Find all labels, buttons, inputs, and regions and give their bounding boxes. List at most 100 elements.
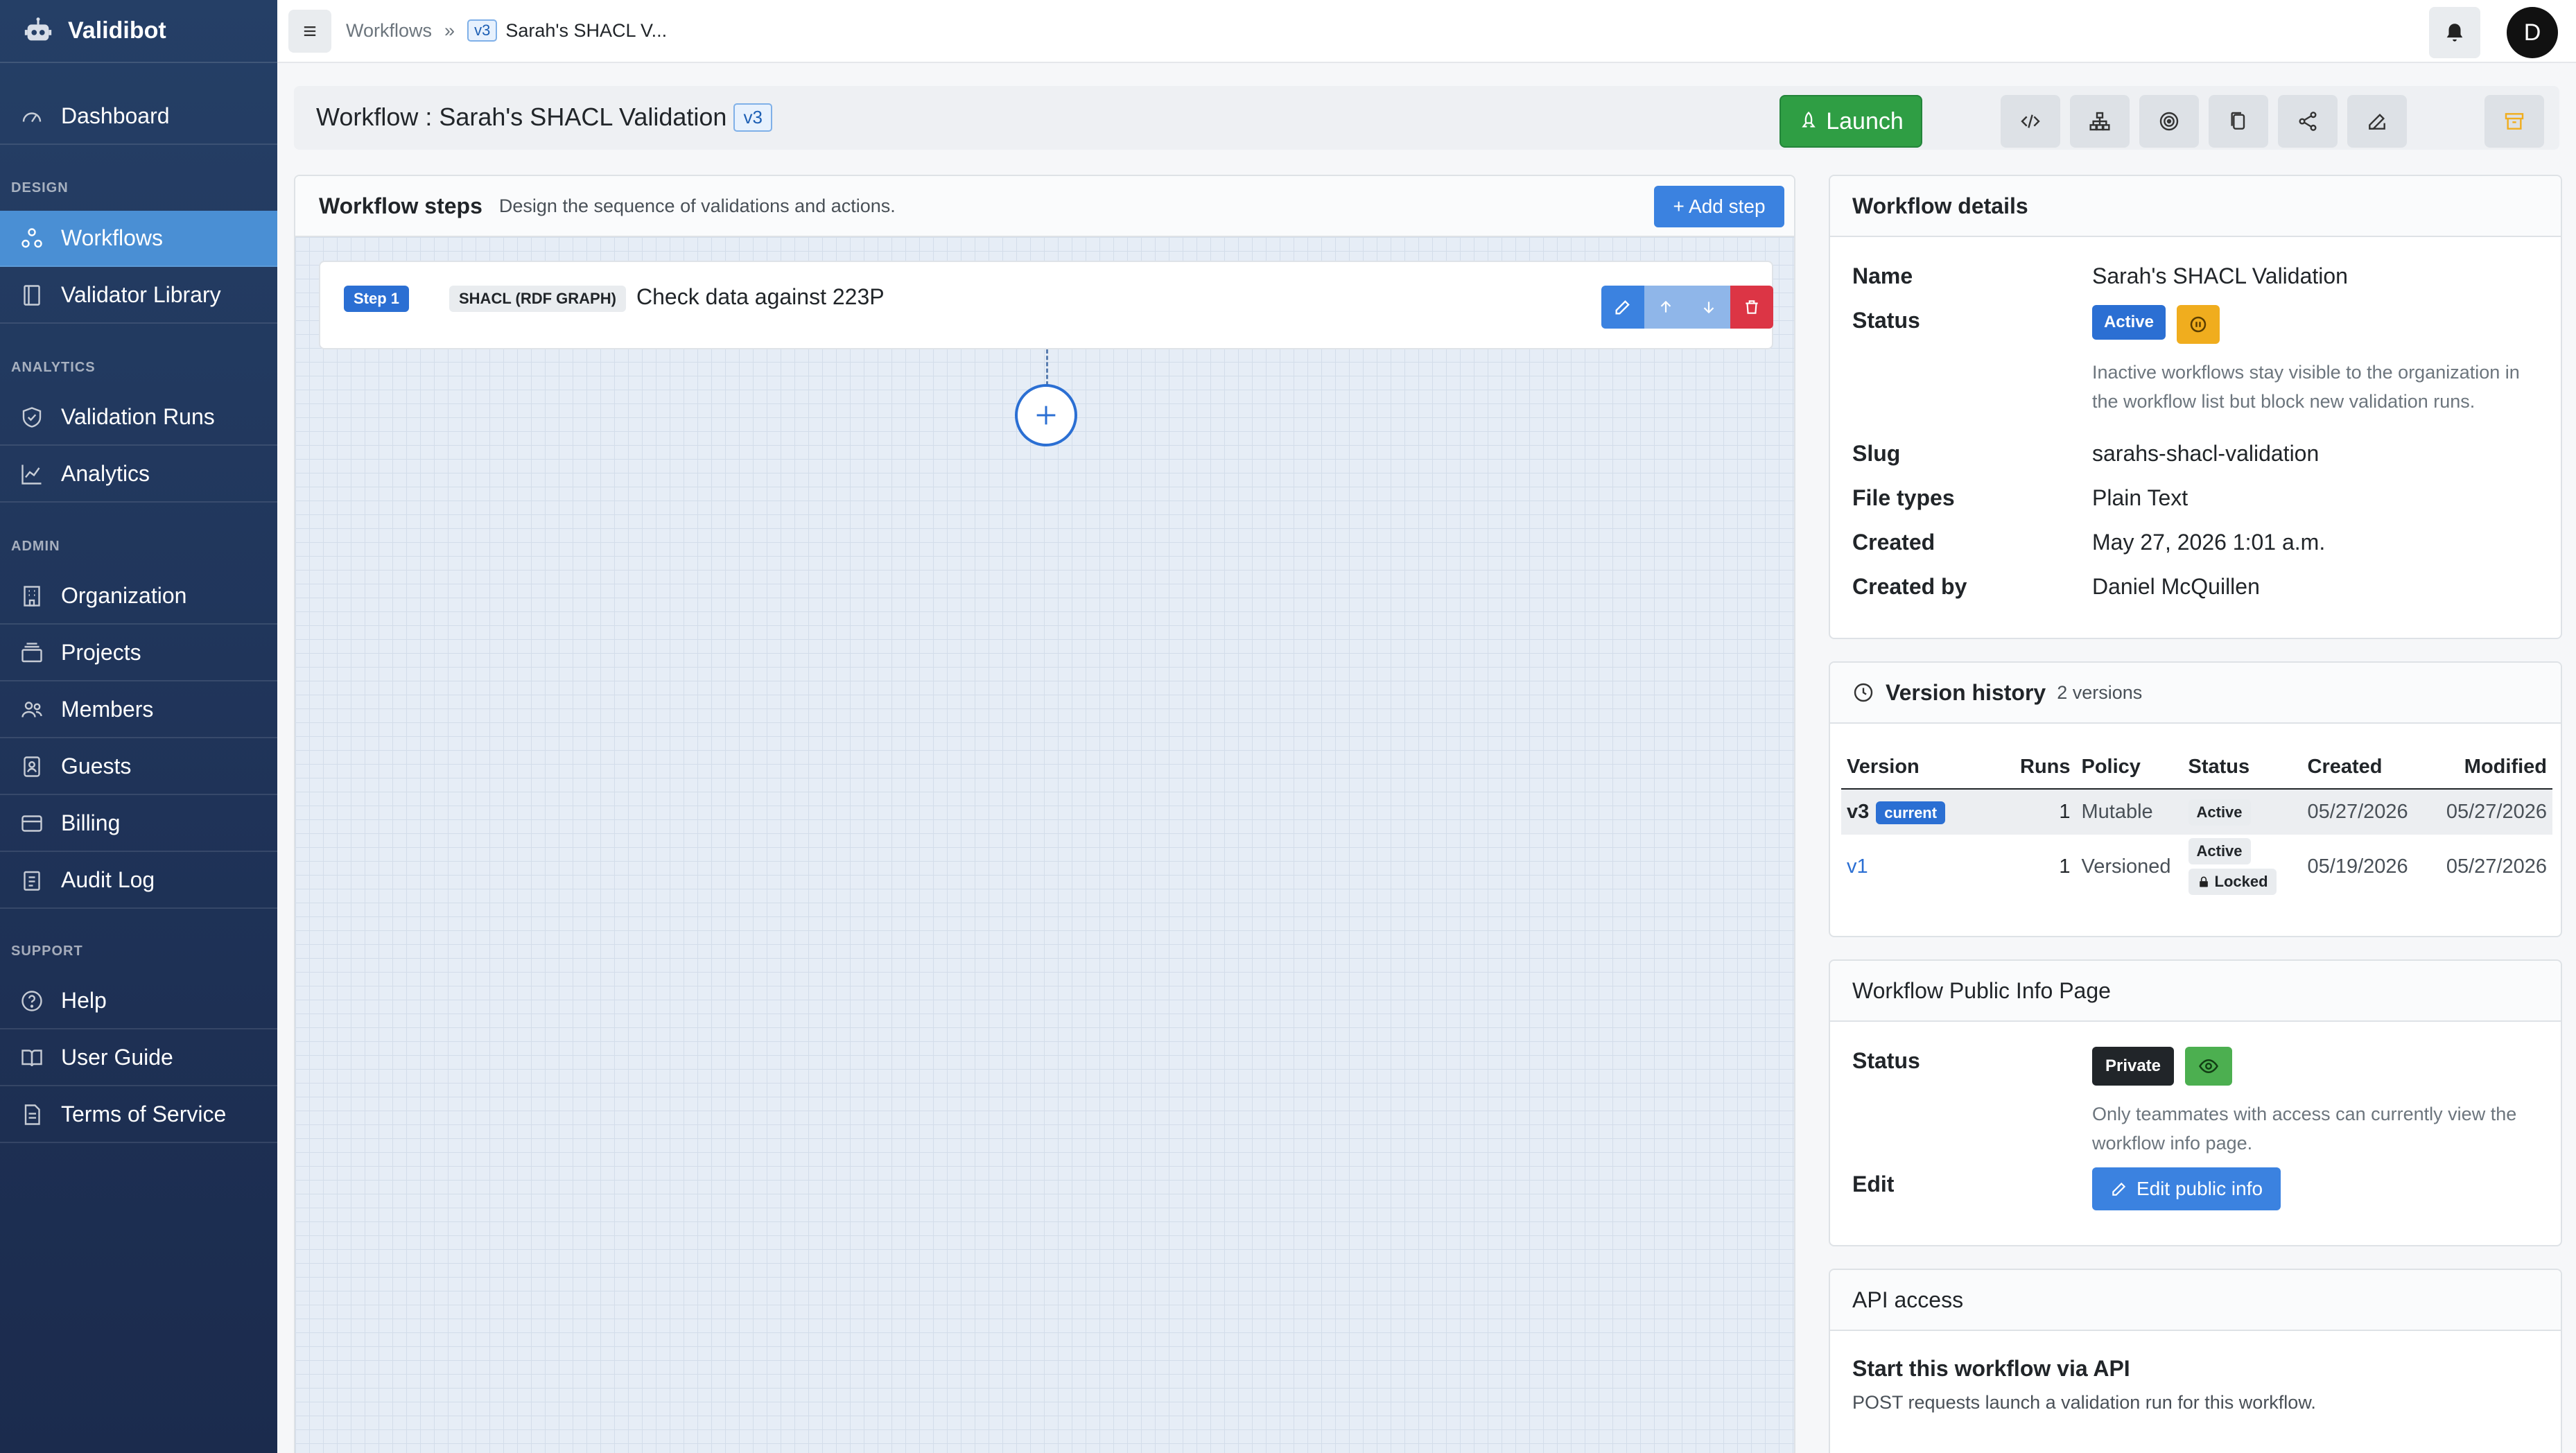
locked-badge: Locked [2188,869,2277,895]
workflow-icon [21,227,42,247]
edit-public-info-label: Edit public info [2136,1178,2263,1199]
brand[interactable]: Validibot [0,0,277,63]
edit-public-info-button[interactable]: Edit public info [2092,1167,2281,1210]
sidebar-toggle-button[interactable] [288,10,331,53]
chart-line-icon [21,464,42,485]
rocket-icon [1802,111,1816,128]
copy-button[interactable] [2209,95,2268,148]
policy-cell: Mutable [2075,789,2183,835]
table-row[interactable]: v3 current 1 Mutable Active 05/27/2026 05… [1841,789,2552,835]
move-step-up-button[interactable] [1644,286,1687,329]
open-book-icon [21,1049,42,1066]
sidebar-item-label: Help [61,988,107,1013]
sidebar-item-audit-log[interactable]: Audit Log [0,853,277,909]
archive-icon [2505,113,2524,130]
filetypes-value: Plain Text [2092,485,2188,510]
api-access-card: API access Start this workflow via API P… [1829,1269,2562,1453]
public-info-heading: Workflow Public Info Page [1830,961,2561,1022]
slug-label: Slug [1852,441,1901,466]
sidebar-item-terms[interactable]: Terms of Service [0,1087,277,1143]
name-value: Sarah's SHACL Validation [2092,263,2348,288]
delete-step-button[interactable] [1730,286,1773,329]
sidebar-item-label: Analytics [61,461,150,486]
view-code-button[interactable] [2001,95,2060,148]
runs-cell: 1 [2059,855,2071,878]
topbar: Workflows » v3 Sarah's SHACL V... D [277,0,2576,63]
table-row[interactable]: v1 1 Versioned Active Locked 05/19/2026 … [1841,835,2552,898]
api-description: POST requests launch a validation run fo… [1852,1392,2316,1413]
sidebar-item-label: Projects [61,640,141,665]
credit-card-icon [21,815,42,832]
sidebar-item-analytics[interactable]: Analytics [0,446,277,503]
status-active-badge: Active [2092,305,2166,340]
launch-label: Launch [1826,107,1904,134]
createdby-label: Created by [1852,574,1967,599]
current-badge: current [1876,801,1946,824]
sidebar-item-help[interactable]: Help [0,973,277,1029]
pause-workflow-button[interactable] [2177,305,2220,344]
edit-step-button[interactable] [1601,286,1644,329]
arrow-down-icon [1703,302,1714,314]
target-button[interactable] [2139,95,2199,148]
steps-canvas: Step 1 SHACL (RDF GRAPH) Check data agai… [295,237,1794,1453]
created-cell: 05/19/2026 [2307,855,2408,878]
sidebar-item-label: Audit Log [61,867,155,892]
sidebar-item-organization[interactable]: Organization [0,568,277,625]
section-support: SUPPORT [11,943,83,959]
insert-step-button[interactable] [1015,384,1077,446]
slug-value: sarahs-shacl-validation [2092,441,2320,466]
edit-icon [1615,300,1630,315]
column-header: Created [2301,746,2420,790]
sitemap-icon [2089,112,2110,131]
section-analytics: ANALYTICS [11,360,96,375]
sidebar-item-guests[interactable]: Guests [0,739,277,795]
breadcrumb: Workflows » v3 Sarah's SHACL V... [346,19,667,42]
sidebar-item-workflows[interactable]: Workflows [0,211,277,267]
hamburger-icon [304,26,316,36]
sidebar-item-label: Workflows [61,225,163,250]
status-badge: Active [2188,838,2251,864]
sidebar-item-members[interactable]: Members [0,682,277,738]
pause-circle-icon [2190,316,2207,333]
sidebar-item-label: Validation Runs [61,404,215,429]
breadcrumb-workflows-link[interactable]: Workflows [346,20,432,42]
step-card[interactable]: Step 1 SHACL (RDF GRAPH) Check data agai… [319,261,1773,349]
add-step-button[interactable]: + Add step [1654,186,1784,227]
notifications-button[interactable] [2429,7,2480,58]
users-icon [21,701,42,717]
sidebar-item-validation-runs[interactable]: Validation Runs [0,390,277,446]
edit-workflow-button[interactable] [2347,95,2407,148]
table-header-row: Version Runs Policy Status Created Modif… [1841,746,2552,790]
gauge-icon [22,112,42,122]
created-cell: 05/27/2026 [2301,789,2420,835]
share-button[interactable] [2278,95,2338,148]
archive-button[interactable] [2484,95,2544,148]
created-label: Created [1852,530,1935,555]
api-subheading: Start this workflow via API [1852,1356,2130,1381]
plus-icon [1036,406,1056,425]
sidebar-item-validator-library[interactable]: Validator Library [0,268,277,324]
column-header: Policy [2075,746,2183,790]
copy-icon [2231,112,2245,130]
sidebar-item-projects[interactable]: Projects [0,625,277,681]
user-avatar[interactable]: D [2507,7,2558,58]
launch-button[interactable]: Launch [1779,95,1922,148]
robot-logo-icon [24,17,52,40]
modified-cell: 05/27/2026 [2446,855,2547,878]
sidebar-item-label: Dashboard [61,103,170,128]
version-link[interactable]: v1 [1847,855,1868,878]
app-name: Validibot [68,17,166,44]
sidebar-item-label: Organization [61,583,187,608]
workflow-details-card: Workflow details Name Sarah's SHACL Vali… [1829,175,2562,639]
view-diagram-button[interactable] [2070,95,2130,148]
sidebar-item-billing[interactable]: Billing [0,796,277,852]
sidebar-item-dashboard[interactable]: Dashboard [0,89,277,145]
modified-cell: 05/27/2026 [2419,789,2552,835]
name-label: Name [1852,263,1913,288]
move-step-down-button[interactable] [1687,286,1730,329]
make-public-button[interactable] [2185,1047,2232,1086]
breadcrumb-separator: » [444,19,455,41]
section-admin: ADMIN [11,539,60,554]
sidebar-item-user-guide[interactable]: User Guide [0,1030,277,1086]
arrow-up-icon [1660,300,1671,313]
